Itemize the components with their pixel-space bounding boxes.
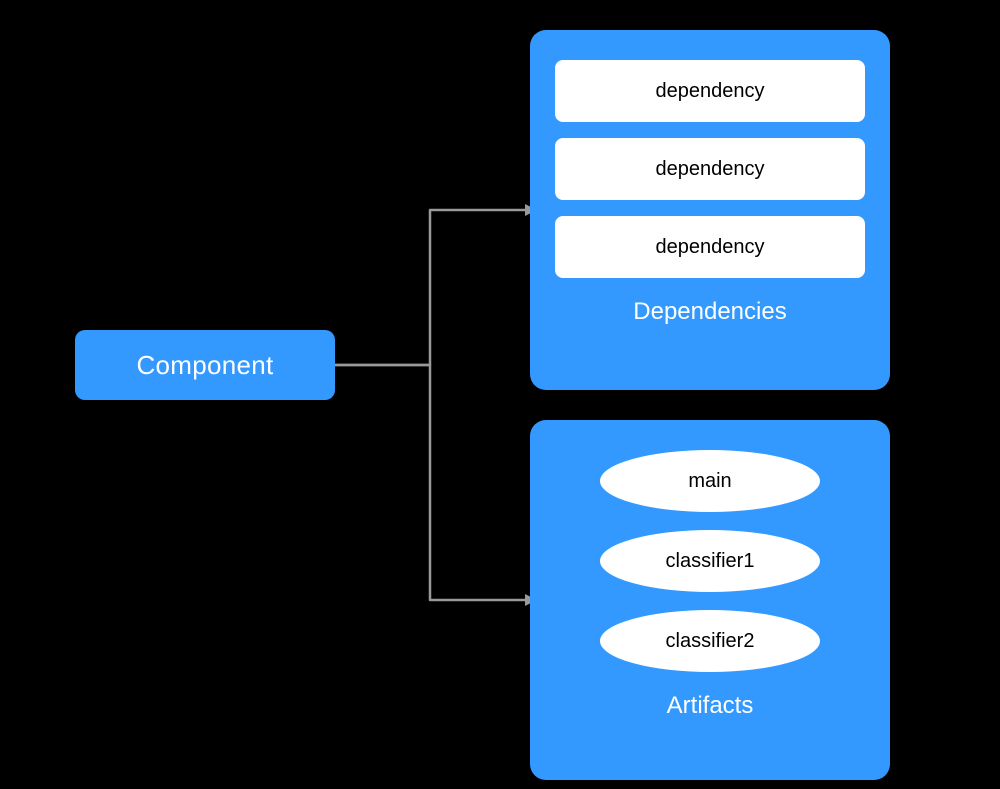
component-box: Component (75, 330, 335, 400)
dependencies-box: dependency dependency dependency Depende… (530, 30, 890, 390)
dependencies-title: Dependencies (633, 298, 786, 326)
diagram-container: Component dependency dependency dependen… (0, 0, 1000, 789)
artifact-label-3: classifier2 (666, 630, 755, 653)
dependency-label-2: dependency (656, 158, 765, 181)
artifact-item-1: main (600, 450, 820, 512)
dependency-label-1: dependency (656, 80, 765, 103)
artifact-label-2: classifier1 (666, 550, 755, 573)
artifact-item-2: classifier1 (600, 530, 820, 592)
dependency-item-2: dependency (555, 138, 865, 200)
dependency-item-1: dependency (555, 60, 865, 122)
artifact-label-1: main (688, 470, 731, 493)
dependency-label-3: dependency (656, 236, 765, 259)
artifacts-box: main classifier1 classifier2 Artifacts (530, 420, 890, 780)
artifact-item-3: classifier2 (600, 610, 820, 672)
dependency-item-3: dependency (555, 216, 865, 278)
artifacts-title: Artifacts (667, 692, 754, 720)
component-label: Component (136, 350, 273, 381)
